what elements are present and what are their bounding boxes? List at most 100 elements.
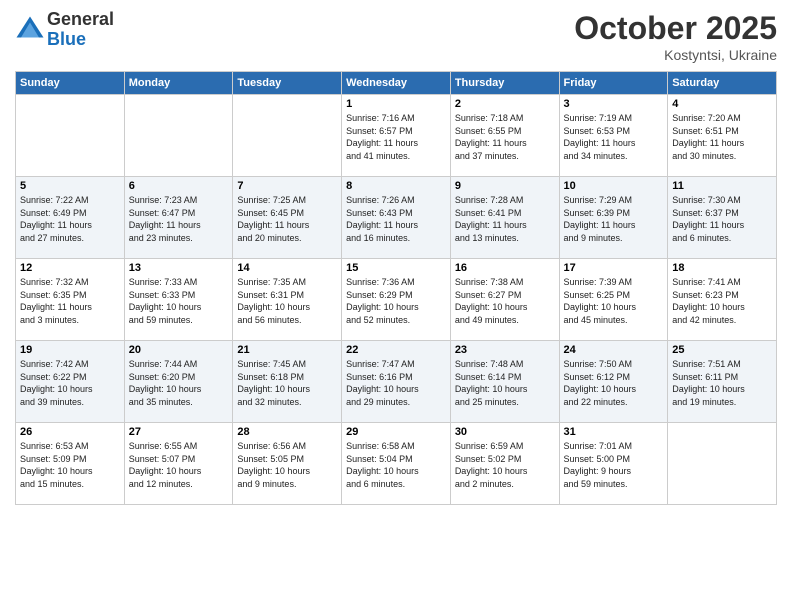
day-info: Sunrise: 7:42 AMSunset: 6:22 PMDaylight:… bbox=[20, 358, 120, 408]
day-info: Sunrise: 7:38 AMSunset: 6:27 PMDaylight:… bbox=[455, 276, 555, 326]
calendar-cell: 11 Sunrise: 7:30 AMSunset: 6:37 PMDayligh… bbox=[668, 177, 777, 259]
weekday-header-saturday: Saturday bbox=[668, 72, 777, 95]
day-number: 27 bbox=[129, 426, 229, 438]
day-number: 28 bbox=[237, 426, 337, 438]
day-number: 21 bbox=[237, 344, 337, 356]
weekday-header-sunday: Sunday bbox=[16, 72, 125, 95]
weekday-header-tuesday: Tuesday bbox=[233, 72, 342, 95]
day-info: Sunrise: 7:41 AMSunset: 6:23 PMDaylight:… bbox=[672, 276, 772, 326]
day-info: Sunrise: 6:58 AMSunset: 5:04 PMDaylight:… bbox=[346, 440, 446, 490]
calendar-cell: 17 Sunrise: 7:39 AMSunset: 6:25 PMDayligh… bbox=[559, 259, 668, 341]
calendar-cell: 13 Sunrise: 7:33 AMSunset: 6:33 PMDayligh… bbox=[124, 259, 233, 341]
day-info: Sunrise: 7:45 AMSunset: 6:18 PMDaylight:… bbox=[237, 358, 337, 408]
day-info: Sunrise: 7:39 AMSunset: 6:25 PMDaylight:… bbox=[564, 276, 664, 326]
day-info: Sunrise: 7:35 AMSunset: 6:31 PMDaylight:… bbox=[237, 276, 337, 326]
page: General Blue October 2025 Kostyntsi, Ukr… bbox=[0, 0, 792, 612]
day-number: 5 bbox=[20, 180, 120, 192]
calendar-cell: 24Sunrise: 7:50 AMSunset: 6:12 PMDayligh… bbox=[559, 341, 668, 423]
calendar-cell bbox=[16, 95, 125, 177]
calendar-cell: 8 Sunrise: 7:26 AMSunset: 6:43 PMDaylight… bbox=[342, 177, 451, 259]
day-info: Sunrise: 7:16 AMSunset: 6:57 PMDaylight:… bbox=[346, 112, 446, 162]
calendar-cell: 6 Sunrise: 7:23 AMSunset: 6:47 PMDaylight… bbox=[124, 177, 233, 259]
calendar-cell: 31 Sunrise: 7:01 AMSunset: 5:00 PMDayligh… bbox=[559, 423, 668, 505]
weekday-header-wednesday: Wednesday bbox=[342, 72, 451, 95]
calendar-cell: 3Sunrise: 7:19 AMSunset: 6:53 PMDaylight… bbox=[559, 95, 668, 177]
day-number: 29 bbox=[346, 426, 446, 438]
day-info: Sunrise: 7:18 AMSunset: 6:55 PMDaylight:… bbox=[455, 112, 555, 162]
title-block: October 2025 Kostyntsi, Ukraine bbox=[574, 10, 777, 63]
weekday-header-monday: Monday bbox=[124, 72, 233, 95]
calendar-table: SundayMondayTuesdayWednesdayThursdayFrid… bbox=[15, 71, 777, 505]
weekday-header-row: SundayMondayTuesdayWednesdayThursdayFrid… bbox=[16, 72, 777, 95]
month-title: October 2025 bbox=[574, 10, 777, 47]
day-info: Sunrise: 7:44 AMSunset: 6:20 PMDaylight:… bbox=[129, 358, 229, 408]
logo-general: General bbox=[47, 10, 114, 30]
day-number: 19 bbox=[20, 344, 120, 356]
day-number: 9 bbox=[455, 180, 555, 192]
day-info: Sunrise: 7:28 AMSunset: 6:41 PMDaylight:… bbox=[455, 194, 555, 244]
week-row-1: 1 Sunrise: 7:16 AMSunset: 6:57 PMDaylight… bbox=[16, 95, 777, 177]
day-info: Sunrise: 7:19 AMSunset: 6:53 PMDaylight:… bbox=[564, 112, 664, 162]
day-number: 23 bbox=[455, 344, 555, 356]
calendar-cell: 15 Sunrise: 7:36 AMSunset: 6:29 PMDayligh… bbox=[342, 259, 451, 341]
location-subtitle: Kostyntsi, Ukraine bbox=[574, 47, 777, 63]
weekday-header-friday: Friday bbox=[559, 72, 668, 95]
day-number: 11 bbox=[672, 180, 772, 192]
calendar-cell: 7 Sunrise: 7:25 AMSunset: 6:45 PMDaylight… bbox=[233, 177, 342, 259]
day-number: 1 bbox=[346, 98, 446, 110]
day-info: Sunrise: 7:01 AMSunset: 5:00 PMDaylight:… bbox=[564, 440, 664, 490]
header: General Blue October 2025 Kostyntsi, Ukr… bbox=[15, 10, 777, 63]
calendar-cell: 28 Sunrise: 6:56 AMSunset: 5:05 PMDayligh… bbox=[233, 423, 342, 505]
day-info: Sunrise: 6:56 AMSunset: 5:05 PMDaylight:… bbox=[237, 440, 337, 490]
day-number: 13 bbox=[129, 262, 229, 274]
day-number: 25 bbox=[672, 344, 772, 356]
day-number: 10 bbox=[564, 180, 664, 192]
day-number: 31 bbox=[564, 426, 664, 438]
day-info: Sunrise: 7:47 AMSunset: 6:16 PMDaylight:… bbox=[346, 358, 446, 408]
day-info: Sunrise: 7:20 AMSunset: 6:51 PMDaylight:… bbox=[672, 112, 772, 162]
day-info: Sunrise: 7:29 AMSunset: 6:39 PMDaylight:… bbox=[564, 194, 664, 244]
week-row-2: 5 Sunrise: 7:22 AMSunset: 6:49 PMDaylight… bbox=[16, 177, 777, 259]
day-number: 17 bbox=[564, 262, 664, 274]
day-number: 8 bbox=[346, 180, 446, 192]
calendar-cell: 2 Sunrise: 7:18 AMSunset: 6:55 PMDaylight… bbox=[450, 95, 559, 177]
calendar-cell bbox=[668, 423, 777, 505]
day-number: 24 bbox=[564, 344, 664, 356]
day-info: Sunrise: 7:36 AMSunset: 6:29 PMDaylight:… bbox=[346, 276, 446, 326]
calendar-cell: 5 Sunrise: 7:22 AMSunset: 6:49 PMDaylight… bbox=[16, 177, 125, 259]
calendar-cell: 18 Sunrise: 7:41 AMSunset: 6:23 PMDayligh… bbox=[668, 259, 777, 341]
week-row-4: 19 Sunrise: 7:42 AMSunset: 6:22 PMDayligh… bbox=[16, 341, 777, 423]
day-number: 30 bbox=[455, 426, 555, 438]
day-number: 14 bbox=[237, 262, 337, 274]
day-info: Sunrise: 7:30 AMSunset: 6:37 PMDaylight:… bbox=[672, 194, 772, 244]
logo: General Blue bbox=[15, 10, 114, 50]
day-info: Sunrise: 7:22 AMSunset: 6:49 PMDaylight:… bbox=[20, 194, 120, 244]
weekday-header-thursday: Thursday bbox=[450, 72, 559, 95]
calendar-cell: 22Sunrise: 7:47 AMSunset: 6:16 PMDayligh… bbox=[342, 341, 451, 423]
day-info: Sunrise: 7:25 AMSunset: 6:45 PMDaylight:… bbox=[237, 194, 337, 244]
day-info: Sunrise: 7:26 AMSunset: 6:43 PMDaylight:… bbox=[346, 194, 446, 244]
day-number: 4 bbox=[672, 98, 772, 110]
day-number: 7 bbox=[237, 180, 337, 192]
day-number: 15 bbox=[346, 262, 446, 274]
logo-text: General Blue bbox=[47, 10, 114, 50]
day-info: Sunrise: 7:23 AMSunset: 6:47 PMDaylight:… bbox=[129, 194, 229, 244]
calendar-cell: 20 Sunrise: 7:44 AMSunset: 6:20 PMDayligh… bbox=[124, 341, 233, 423]
calendar-cell: 19 Sunrise: 7:42 AMSunset: 6:22 PMDayligh… bbox=[16, 341, 125, 423]
calendar-cell: 1 Sunrise: 7:16 AMSunset: 6:57 PMDaylight… bbox=[342, 95, 451, 177]
week-row-5: 26Sunrise: 6:53 AMSunset: 5:09 PMDayligh… bbox=[16, 423, 777, 505]
day-info: Sunrise: 7:33 AMSunset: 6:33 PMDaylight:… bbox=[129, 276, 229, 326]
calendar-cell: 23Sunrise: 7:48 AMSunset: 6:14 PMDayligh… bbox=[450, 341, 559, 423]
logo-icon bbox=[15, 15, 45, 45]
calendar-cell bbox=[124, 95, 233, 177]
day-info: Sunrise: 7:51 AMSunset: 6:11 PMDaylight:… bbox=[672, 358, 772, 408]
day-number: 2 bbox=[455, 98, 555, 110]
day-number: 16 bbox=[455, 262, 555, 274]
day-number: 20 bbox=[129, 344, 229, 356]
calendar-cell bbox=[233, 95, 342, 177]
calendar-cell: 14 Sunrise: 7:35 AMSunset: 6:31 PMDayligh… bbox=[233, 259, 342, 341]
calendar-cell: 25 Sunrise: 7:51 AMSunset: 6:11 PMDayligh… bbox=[668, 341, 777, 423]
day-info: Sunrise: 7:32 AMSunset: 6:35 PMDaylight:… bbox=[20, 276, 120, 326]
day-number: 18 bbox=[672, 262, 772, 274]
day-number: 6 bbox=[129, 180, 229, 192]
